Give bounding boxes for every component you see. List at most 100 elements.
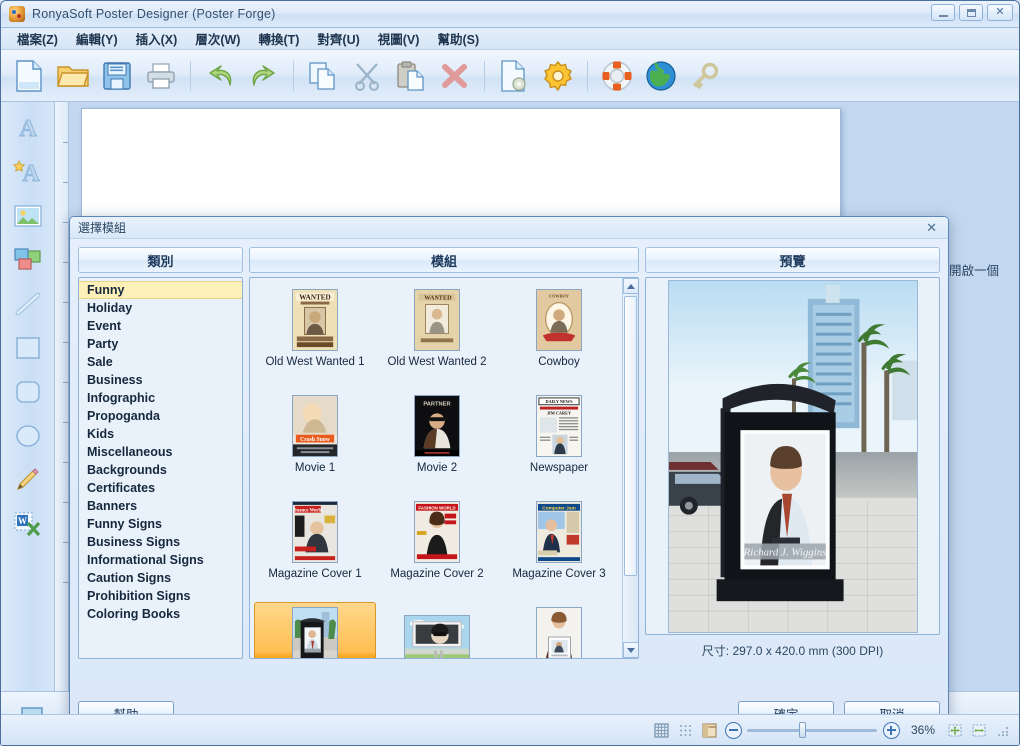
delete-x-icon[interactable] xyxy=(435,56,475,96)
dot-grid-icon[interactable] xyxy=(675,720,695,740)
category-item-holiday[interactable]: Holiday xyxy=(79,299,242,317)
template-item[interactable]: WANTED Old West Wanted 1 xyxy=(254,284,376,388)
zoom-out-button[interactable] xyxy=(723,720,743,740)
category-item-informational-signs[interactable]: Informational Signs xyxy=(79,551,242,569)
template-thumbnail-mag3: Computer Jam xyxy=(536,501,582,563)
workspace: A A W 開啟一個 選擇模組 ✕ 類別 Funny Holiday Event… xyxy=(1,102,1019,745)
scroll-down-arrow-icon[interactable] xyxy=(623,642,638,658)
template-label: Cowboy xyxy=(538,356,580,368)
category-item-funny-signs[interactable]: Funny Signs xyxy=(79,515,242,533)
category-column: 類別 Funny Holiday Event Party Sale Busine… xyxy=(78,247,243,659)
template-thumbnail-wanted2: WANTED xyxy=(414,289,460,351)
scroll-up-arrow-icon[interactable] xyxy=(623,278,638,294)
category-item-business-signs[interactable]: Business Signs xyxy=(79,533,242,551)
template-label: Magazine Cover 2 xyxy=(390,568,484,580)
minimize-button[interactable] xyxy=(931,4,955,21)
menu-transform[interactable]: 轉換(T) xyxy=(250,26,307,51)
svg-text:W: W xyxy=(18,516,27,526)
ellipse-tool-icon[interactable] xyxy=(6,416,50,456)
rectangle-tool-icon[interactable] xyxy=(6,328,50,368)
document-properties-icon[interactable] xyxy=(494,56,534,96)
template-item[interactable]: Billboard 3 xyxy=(498,602,620,658)
template-item[interactable]: PARTNER Movie 2 xyxy=(376,390,498,494)
category-item-prohibition-signs[interactable]: Prohibition Signs xyxy=(79,587,242,605)
menu-layer[interactable]: 層次(W) xyxy=(187,26,248,51)
copy-icon[interactable] xyxy=(303,56,343,96)
save-floppy-icon[interactable] xyxy=(97,56,137,96)
category-item-event[interactable]: Event xyxy=(79,317,242,335)
category-item-infographic[interactable]: Infographic xyxy=(79,389,242,407)
resize-grip-icon[interactable] xyxy=(993,720,1013,740)
category-item-propoganda[interactable]: Propoganda xyxy=(79,407,242,425)
menu-view[interactable]: 視圖(V) xyxy=(370,26,428,51)
template-item[interactable]: Crash Snow Movie 1 xyxy=(254,390,376,494)
artistic-text-tool-icon[interactable]: A xyxy=(6,152,50,192)
category-item-kids[interactable]: Kids xyxy=(79,425,242,443)
zoom-slider-thumb[interactable] xyxy=(799,722,806,738)
template-label: Old West Wanted 1 xyxy=(265,356,365,368)
settings-gear-icon[interactable] xyxy=(538,56,578,96)
template-item-selected[interactable]: Billboard 1 xyxy=(254,602,376,658)
ole-object-tool-icon[interactable]: W xyxy=(6,504,50,544)
svg-text:PARTNER: PARTNER xyxy=(423,402,451,408)
line-tool-icon[interactable] xyxy=(6,284,50,324)
zoom-slider[interactable] xyxy=(747,721,877,739)
page-layout-icon[interactable] xyxy=(699,720,719,740)
menu-file[interactable]: 檔案(Z) xyxy=(9,26,66,51)
svg-text:DAILY NEWS: DAILY NEWS xyxy=(546,399,574,404)
open-folder-icon[interactable] xyxy=(53,56,93,96)
template-item[interactable]: Billboard 2 xyxy=(376,602,498,658)
clipart-tool-icon[interactable] xyxy=(6,240,50,280)
category-item-backgrounds[interactable]: Backgrounds xyxy=(79,461,242,479)
template-item[interactable]: WANTED Old West Wanted 2 xyxy=(376,284,498,388)
preview-panel: Richard J. Wiggins xyxy=(645,277,940,635)
category-item-certificates[interactable]: Certificates xyxy=(79,479,242,497)
templates-scrollbar[interactable] xyxy=(622,278,638,658)
menu-insert[interactable]: 插入(X) xyxy=(128,26,186,51)
zoom-percent-label: 36% xyxy=(910,723,936,737)
close-button[interactable]: ✕ xyxy=(987,4,1013,21)
key-icon[interactable] xyxy=(685,56,725,96)
pencil-tool-icon[interactable] xyxy=(6,460,50,500)
templates-panel[interactable]: WANTED Old West Wanted 1 WANTED Old West… xyxy=(249,277,639,659)
template-thumbnail-mag2: FASHION WORLD xyxy=(414,501,460,563)
paste-icon[interactable] xyxy=(391,56,431,96)
redo-icon[interactable] xyxy=(244,56,284,96)
template-item[interactable]: FASHION WORLD Magazine Cover 2 xyxy=(376,496,498,600)
category-item-sale[interactable]: Sale xyxy=(79,353,242,371)
grid-view-icon[interactable] xyxy=(651,720,671,740)
scrollbar-thumb[interactable] xyxy=(624,296,637,576)
text-tool-icon[interactable]: A xyxy=(6,108,50,148)
category-item-caution-signs[interactable]: Caution Signs xyxy=(79,569,242,587)
new-document-icon[interactable] xyxy=(9,56,49,96)
fit-page-icon[interactable] xyxy=(945,720,965,740)
image-tool-icon[interactable] xyxy=(6,196,50,236)
category-item-banners[interactable]: Banners xyxy=(79,497,242,515)
preview-size-text: 尺寸: 297.0 x 420.0 mm (300 DPI) xyxy=(701,644,884,658)
category-item-miscellaneous[interactable]: Miscellaneous xyxy=(79,443,242,461)
menu-edit[interactable]: 編輯(Y) xyxy=(68,26,126,51)
templates-scroll-area[interactable]: WANTED Old West Wanted 1 WANTED Old West… xyxy=(250,278,622,658)
category-list-panel[interactable]: Funny Holiday Event Party Sale Business … xyxy=(78,277,243,659)
template-item[interactable]: DAILY NEWS JIM CAREY Newspaper xyxy=(498,390,620,494)
lifebuoy-help-icon[interactable] xyxy=(597,56,637,96)
category-item-party[interactable]: Party xyxy=(79,335,242,353)
category-item-funny[interactable]: Funny xyxy=(79,281,242,299)
menu-help[interactable]: 幫助(S) xyxy=(429,26,487,51)
category-item-business[interactable]: Business xyxy=(79,371,242,389)
fit-width-icon[interactable] xyxy=(969,720,989,740)
preview-image: Richard J. Wiggins xyxy=(667,279,918,633)
template-item[interactable]: COWBOY Cowboy xyxy=(498,284,620,388)
globe-icon[interactable] xyxy=(641,56,681,96)
zoom-in-button[interactable] xyxy=(881,720,901,740)
cut-scissors-icon[interactable] xyxy=(347,56,387,96)
close-icon[interactable]: ✕ xyxy=(923,221,940,234)
undo-icon[interactable] xyxy=(200,56,240,96)
template-item[interactable]: Computer Jam Magazine Cover 3 xyxy=(498,496,620,600)
template-item[interactable]: Finance World Magazine Cover 1 xyxy=(254,496,376,600)
maximize-button[interactable] xyxy=(959,4,983,21)
print-icon[interactable] xyxy=(141,56,181,96)
category-item-coloring-books[interactable]: Coloring Books xyxy=(79,605,242,623)
rounded-rectangle-tool-icon[interactable] xyxy=(6,372,50,412)
menu-align[interactable]: 對齊(U) xyxy=(309,26,367,51)
